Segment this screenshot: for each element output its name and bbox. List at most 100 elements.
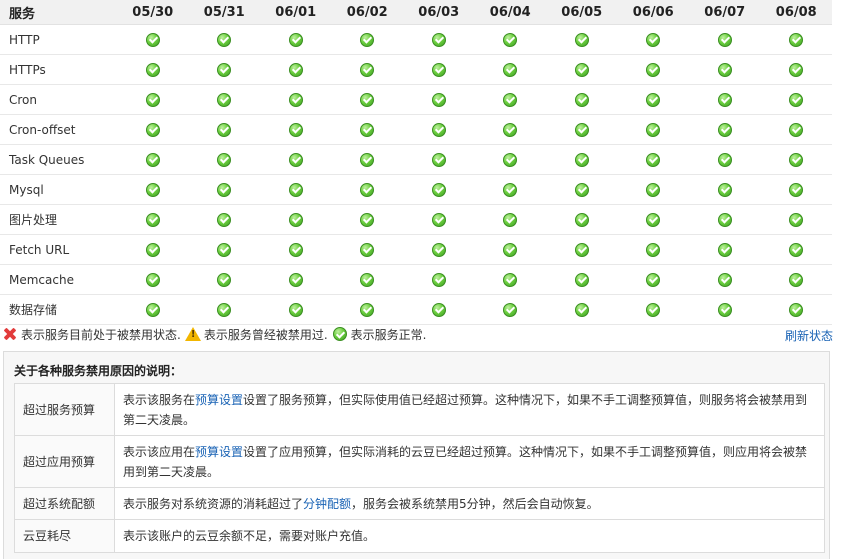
status-cell [331, 144, 403, 175]
ok-check-icon [217, 242, 232, 257]
ok-check-icon [217, 62, 232, 77]
reason-description: 表示服务对系统资源的消耗超过了分钟配额，服务会被系统禁用5分钟，然后会自动恢复。 [114, 487, 825, 520]
service-row: Memcache [0, 264, 832, 295]
status-cell [546, 24, 618, 55]
status-cell [546, 54, 618, 85]
ok-check-icon [431, 32, 446, 47]
reason-text: 表示该服务在 [123, 392, 196, 407]
ok-check-icon [717, 272, 732, 287]
status-cell [689, 54, 761, 85]
reason-link[interactable]: 预算设置 [195, 445, 243, 459]
status-cell [117, 24, 189, 55]
reason-link[interactable]: 分钟配额 [303, 497, 351, 511]
ok-check-icon [503, 272, 518, 287]
status-cell [546, 234, 618, 265]
ok-check-icon [431, 272, 446, 287]
status-cell [403, 264, 475, 295]
service-status-table: 服务 05/30 05/31 06/01 06/02 06/03 06/04 06/05 06… [0, 0, 832, 325]
status-cell [188, 144, 260, 175]
service-name: 数据存储 [0, 294, 117, 325]
status-cell [117, 84, 189, 115]
ok-check-icon [789, 272, 804, 287]
status-cell [403, 204, 475, 235]
ok-check-icon [574, 242, 589, 257]
ok-check-icon [145, 122, 160, 137]
ok-check-icon [431, 212, 446, 227]
ok-check-icon [145, 242, 160, 257]
status-cell [117, 54, 189, 85]
ok-check-icon [288, 152, 303, 167]
status-cell [403, 234, 475, 265]
status-cell [474, 144, 546, 175]
status-cell [260, 144, 332, 175]
status-cell [689, 234, 761, 265]
status-cell [760, 24, 832, 55]
ok-check-icon [717, 62, 732, 77]
status-cell [760, 174, 832, 205]
status-cell [689, 24, 761, 55]
ok-check-icon [217, 92, 232, 107]
ok-check-icon [646, 92, 661, 107]
status-cell [331, 24, 403, 55]
reason-text: ，服务会被系统禁用5分钟，然后会自动恢复。 [351, 496, 599, 511]
date-column-header: 06/04 [474, 0, 546, 25]
status-cell [117, 144, 189, 175]
status-cell [403, 114, 475, 145]
service-row: Fetch URL [0, 234, 832, 265]
date-column-header: 06/08 [760, 0, 832, 25]
status-cell [117, 174, 189, 205]
date-column-header: 06/03 [403, 0, 475, 25]
ok-check-icon [360, 62, 375, 77]
ok-check-icon [789, 62, 804, 77]
refresh-status-link[interactable]: 刷新状态 [785, 327, 833, 344]
status-cell [331, 264, 403, 295]
ok-check-icon [145, 32, 160, 47]
status-cell [617, 234, 689, 265]
disabled-x-icon [3, 327, 17, 341]
status-cell [474, 114, 546, 145]
ok-check-icon [789, 302, 804, 317]
status-cell [474, 174, 546, 205]
ok-check-icon [145, 212, 160, 227]
status-cell [474, 234, 546, 265]
status-cell [760, 234, 832, 265]
status-cell [760, 114, 832, 145]
status-cell [331, 204, 403, 235]
ok-check-icon [646, 242, 661, 257]
disable-reasons-table: 超过服务预算 表示该服务在预算设置设置了服务预算，但实际使用值已经超过预算。这种情… [14, 383, 825, 553]
ok-check-icon [717, 212, 732, 227]
ok-check-icon [574, 62, 589, 77]
status-cell [617, 264, 689, 295]
status-cell [331, 54, 403, 85]
status-cell [546, 174, 618, 205]
ok-check-icon [789, 32, 804, 47]
ok-check-icon [503, 302, 518, 317]
table-header-row: 服务 05/30 05/31 06/01 06/02 06/03 06/04 06/05 06… [0, 0, 832, 25]
service-column-header: 服务 [0, 0, 117, 25]
ok-check-icon [431, 152, 446, 167]
reason-link[interactable]: 预算设置 [195, 393, 243, 407]
ok-check-icon [217, 212, 232, 227]
service-name: Cron-offset [0, 114, 117, 145]
status-cell [188, 264, 260, 295]
reason-name: 云豆耗尽 [14, 519, 115, 553]
ok-check-icon [503, 92, 518, 107]
status-cell [474, 84, 546, 115]
ok-check-icon [431, 302, 446, 317]
ok-check-icon [646, 272, 661, 287]
service-row: Task Queues [0, 144, 832, 175]
service-name: Cron [0, 84, 117, 115]
service-name: Mysql [0, 174, 117, 205]
ok-check-icon [288, 32, 303, 47]
reason-description: 表示该服务在预算设置设置了服务预算，但实际使用值已经超过预算。这种情况下，如果不… [114, 383, 825, 436]
reason-name: 超过系统配额 [14, 487, 115, 520]
ok-check-icon [145, 302, 160, 317]
status-cell [617, 24, 689, 55]
ok-check-icon [717, 92, 732, 107]
ok-check-icon [332, 327, 347, 341]
ok-check-icon [503, 122, 518, 137]
status-cell [760, 204, 832, 235]
status-cell [403, 84, 475, 115]
status-cell [689, 84, 761, 115]
status-cell [260, 294, 332, 325]
